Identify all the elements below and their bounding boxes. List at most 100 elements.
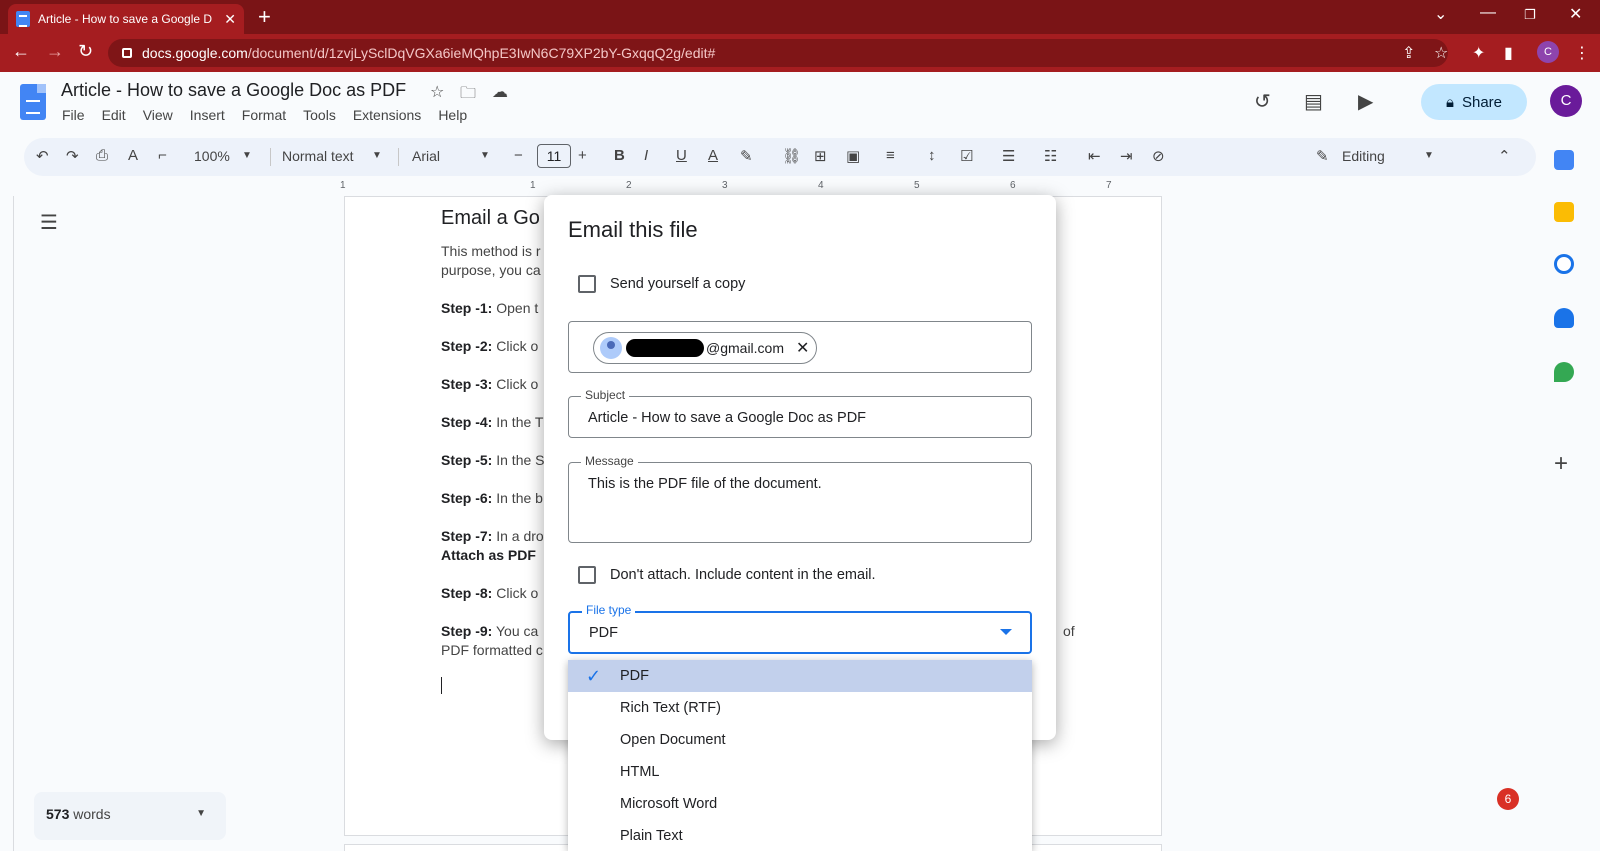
font-dropdown-icon[interactable]: ▼ [480,150,490,161]
font-select[interactable]: Arial [412,148,440,164]
move-folder-icon[interactable]: 🗀 [460,82,476,109]
text-color-icon[interactable]: A [708,147,718,164]
subject-field[interactable]: Subject Article - How to save a Google D… [568,388,1032,438]
notification-badge[interactable]: 6 [1497,788,1519,810]
window-close-icon[interactable]: ✕ [1569,4,1582,24]
maps-icon[interactable] [1554,362,1574,382]
add-addon-icon[interactable]: + [1554,450,1568,478]
editing-mode-select[interactable]: Editing [1342,148,1385,164]
decrease-indent-icon[interactable]: ⇤ [1088,147,1101,165]
horizontal-ruler[interactable]: 1 1 2 3 4 5 6 7 [340,180,1160,194]
send-copy-row[interactable]: Send yourself a copy [578,275,745,293]
recipient-chip[interactable]: @gmail.com ✕ [593,332,817,364]
paint-format-icon[interactable]: ⌐ [158,147,167,164]
share-page-icon[interactable]: ⇪ [1402,43,1415,63]
menu-help[interactable]: Help [438,107,467,123]
undo-icon[interactable]: ↶ [36,147,49,165]
word-count-box[interactable]: 573 words ▼ [34,792,226,840]
bookmark-star-icon[interactable]: ☆ [1434,43,1448,63]
remove-recipient-icon[interactable]: ✕ [796,338,809,358]
numbered-list-icon[interactable]: ☷ [1044,147,1057,165]
message-field[interactable]: Message This is the PDF file of the docu… [568,454,1032,543]
file-type-label: File type [582,603,636,617]
option-html[interactable]: HTML [568,756,1032,788]
font-size-input[interactable]: 11 [537,144,571,168]
extensions-icon[interactable]: ✦ [1472,43,1485,63]
browser-profile-avatar[interactable]: C [1537,41,1559,63]
cloud-status-icon[interactable]: ☁ [492,82,508,102]
option-microsoft-word[interactable]: Microsoft Word [568,788,1032,820]
tasks-icon[interactable] [1554,254,1574,274]
option-plain-text[interactable]: Plain Text [568,820,1032,851]
menu-format[interactable]: Format [242,107,286,123]
vertical-ruler[interactable] [0,196,14,851]
style-dropdown-icon[interactable]: ▼ [372,150,382,161]
menu-edit[interactable]: Edit [102,107,126,123]
option-pdf[interactable]: ✓ PDF [568,660,1032,692]
chevron-down-icon[interactable]: ▼ [196,808,206,819]
contacts-icon[interactable] [1554,308,1574,328]
hide-menus-icon[interactable]: ⌃ [1498,147,1511,165]
mode-dropdown-icon[interactable]: ▼ [1424,150,1434,161]
dropdown-arrow-icon[interactable] [1000,629,1012,635]
recipients-field[interactable]: @gmail.com ✕ [568,321,1032,373]
send-copy-checkbox[interactable] [578,275,596,293]
style-select[interactable]: Normal text [282,148,354,164]
line-spacing-icon[interactable]: ↕ [928,147,936,164]
calendar-icon[interactable] [1554,150,1574,170]
highlight-icon[interactable]: ✎ [740,147,753,165]
menu-tools[interactable]: Tools [303,107,336,123]
dont-attach-row[interactable]: Don't attach. Include content in the ema… [578,566,876,584]
option-open-document[interactable]: Open Document [568,724,1032,756]
print-icon[interactable]: ⎙ [96,147,108,164]
menu-file[interactable]: File [62,107,85,123]
italic-icon[interactable]: I [644,147,648,164]
dont-attach-checkbox[interactable] [578,566,596,584]
option-rtf[interactable]: Rich Text (RTF) [568,692,1032,724]
align-icon[interactable]: ≡ [886,147,895,164]
docs-logo-icon[interactable] [20,84,46,120]
document-title[interactable]: Article - How to save a Google Doc as PD… [61,80,406,101]
step-text: Open t [492,300,539,316]
bulleted-list-icon[interactable]: ☰ [1002,147,1015,165]
underline-icon[interactable]: U [676,147,687,164]
spellcheck-icon[interactable]: A [128,147,138,164]
zoom-select[interactable]: 100% [194,148,230,164]
url-input[interactable]: docs.google.com /document/d/1zvjLySclDqV… [108,39,1448,67]
close-tab-icon[interactable]: ✕ [224,11,236,28]
recipient-email-domain: @gmail.com [706,340,785,356]
bold-icon[interactable]: B [614,147,625,164]
menu-view[interactable]: View [143,107,173,123]
checklist-icon[interactable]: ☑ [960,147,973,165]
increase-font-size-icon[interactable]: + [578,147,587,164]
document-outline-icon[interactable]: ☰ [40,210,58,235]
forward-icon[interactable]: → [46,41,64,62]
tab-search-icon[interactable]: ⌄ [1434,4,1447,24]
clear-formatting-icon[interactable]: ⊘ [1152,147,1165,165]
reload-icon[interactable]: ↻ [78,41,93,62]
browser-tab[interactable]: Article - How to save a Google D ✕ [8,4,244,34]
star-icon[interactable]: ☆ [430,82,444,102]
link-icon[interactable]: ⛓ [782,147,801,165]
new-tab-icon[interactable]: + [258,4,271,30]
chrome-menu-icon[interactable]: ⋮ [1574,43,1590,63]
file-type-select[interactable]: File type PDF [568,603,1032,654]
redo-icon[interactable]: ↷ [66,147,79,165]
back-icon[interactable]: ← [12,41,30,62]
comments-icon[interactable]: ▤ [1304,89,1323,114]
restore-icon[interactable]: ❐ [1524,7,1536,23]
version-history-icon[interactable]: ↺ [1254,89,1271,114]
insert-image-icon[interactable]: ▣ [846,147,860,165]
zoom-dropdown-icon[interactable]: ▼ [242,150,252,161]
decrease-font-size-icon[interactable]: − [514,147,523,164]
add-comment-icon[interactable]: ⊞ [814,147,827,165]
menu-extensions[interactable]: Extensions [353,107,421,123]
share-button[interactable]: 🔒︎ Share [1421,84,1527,120]
increase-indent-icon[interactable]: ⇥ [1120,147,1133,165]
keep-icon[interactable] [1554,202,1574,222]
side-panel-icon[interactable]: ▮ [1504,43,1513,63]
menu-insert[interactable]: Insert [190,107,225,123]
meet-icon[interactable]: ▶ [1358,89,1373,114]
minimize-icon[interactable]: — [1480,4,1496,22]
account-avatar[interactable]: C [1550,85,1582,117]
